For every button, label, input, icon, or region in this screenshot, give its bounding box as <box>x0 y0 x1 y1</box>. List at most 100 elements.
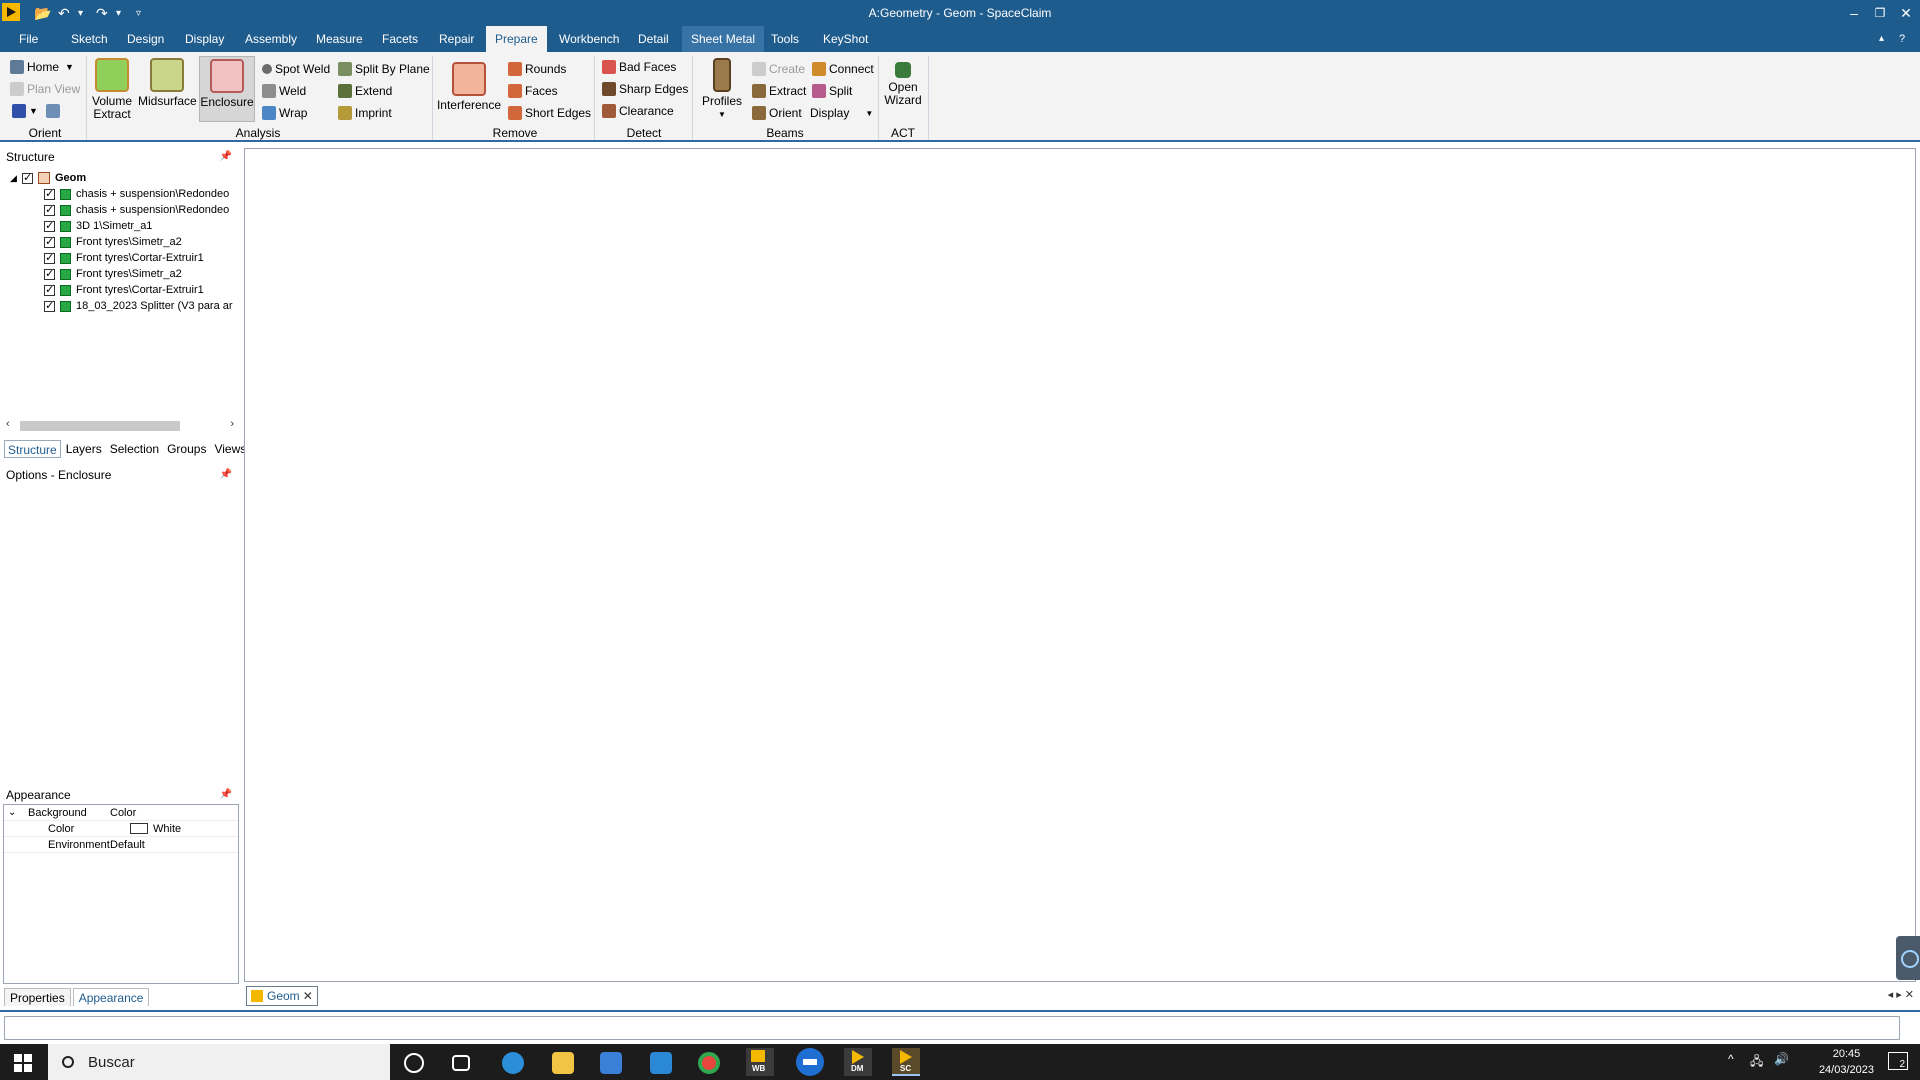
collapse-arrow-icon[interactable]: ◢ <box>10 173 22 184</box>
profiles-button[interactable]: Profiles ▼ <box>698 58 746 121</box>
design-modeler-app-icon[interactable]: DM <box>844 1048 872 1076</box>
property-row-color[interactable]: Color White <box>4 821 238 837</box>
tab-prepare[interactable]: Prepare <box>486 26 547 52</box>
tab-layers[interactable]: Layers <box>63 440 105 458</box>
color-swatch[interactable] <box>130 823 148 834</box>
tab-tools[interactable]: Tools <box>762 26 808 52</box>
microsoft-store-icon[interactable] <box>600 1052 622 1074</box>
edge-browser-icon[interactable] <box>502 1052 524 1074</box>
restore-button[interactable]: ❐ <box>1868 2 1892 24</box>
remote-support-widget-icon[interactable] <box>1896 936 1920 980</box>
close-button[interactable]: ✕ <box>1894 2 1918 24</box>
tab-design[interactable]: Design <box>118 26 173 52</box>
tab-sketch[interactable]: Sketch <box>62 26 117 52</box>
tree-item[interactable]: chasis + suspension\Redondeo <box>0 202 240 218</box>
tree-root-row[interactable]: ◢ Geom <box>0 170 240 186</box>
mail-icon[interactable] <box>650 1052 672 1074</box>
chevron-down-icon[interactable]: ⌄ <box>8 807 22 818</box>
volume-extract-button[interactable]: Volume Extract <box>88 58 136 121</box>
tree-item[interactable]: 18_03_2023 Splitter (V3 para ar <box>0 298 240 314</box>
tab-display[interactable]: Display <box>176 26 233 52</box>
tab-selection[interactable]: Selection <box>107 440 162 458</box>
rounds-button[interactable]: Rounds <box>508 62 566 76</box>
tab-detail[interactable]: Detail <box>629 26 678 52</box>
chrome-browser-icon[interactable] <box>698 1052 720 1074</box>
home-button[interactable]: Home ▼ <box>10 60 74 74</box>
visibility-checkbox[interactable] <box>44 187 55 200</box>
faces-button[interactable]: Faces <box>508 84 558 98</box>
midsurface-button[interactable]: Midsurface <box>138 58 197 108</box>
pin-icon[interactable]: 📌 <box>220 148 232 166</box>
clearance-button[interactable]: Clearance <box>602 104 674 118</box>
visibility-checkbox[interactable] <box>22 171 33 184</box>
visibility-checkbox[interactable] <box>44 219 55 232</box>
orient-beam-button[interactable]: Orient <box>752 106 802 120</box>
scroll-left-icon[interactable]: ‹ <box>6 418 10 430</box>
cortana-icon[interactable] <box>404 1053 424 1073</box>
tree-horizontal-scrollbar[interactable]: ‹ › <box>4 418 236 434</box>
close-document-icon[interactable]: ✕ <box>1905 989 1914 1001</box>
open-wizard-button[interactable]: Open Wizard <box>880 62 926 107</box>
graphics-viewport[interactable] <box>244 148 1916 982</box>
visibility-checkbox[interactable] <box>44 283 55 296</box>
scroll-right-icon[interactable]: › <box>230 418 234 430</box>
tab-measure[interactable]: Measure <box>307 26 372 52</box>
visibility-checkbox[interactable] <box>44 267 55 280</box>
tree-item[interactable]: 3D 1\Simetr_a1 <box>0 218 240 234</box>
spot-weld-button[interactable]: Spot Weld <box>262 62 330 76</box>
task-view-icon[interactable] <box>452 1055 470 1071</box>
tab-properties[interactable]: Properties <box>4 988 71 1006</box>
create-beam-button[interactable]: Create <box>752 62 805 76</box>
property-row-environment[interactable]: Environment Default <box>4 837 238 853</box>
interference-button[interactable]: Interference <box>436 62 502 112</box>
plan-view-button[interactable]: Plan View <box>10 82 80 96</box>
prev-tab-icon[interactable]: ◂ <box>1888 989 1894 1001</box>
close-tab-icon[interactable]: ✕ <box>303 989 313 1003</box>
tab-sheet-metal[interactable]: Sheet Metal <box>682 26 765 52</box>
tree-item[interactable]: Front tyres\Cortar-Extruir1 <box>0 250 240 266</box>
tab-keyshot[interactable]: KeyShot <box>814 26 877 52</box>
taskbar-clock[interactable]: 20:45 24/03/2023 <box>1819 1046 1874 1078</box>
connect-beam-button[interactable]: Connect <box>812 62 874 76</box>
tree-item[interactable]: chasis + suspension\Redondeo <box>0 186 240 202</box>
property-row-background[interactable]: ⌄ Background Color <box>4 805 238 821</box>
split-beam-button[interactable]: Split <box>812 84 852 98</box>
visibility-checkbox[interactable] <box>44 251 55 264</box>
spaceclaim-app-icon[interactable]: SC <box>892 1048 920 1076</box>
network-icon[interactable]: 🖧 <box>1750 1052 1763 1073</box>
notifications-icon[interactable]: 2 <box>1888 1052 1908 1070</box>
tab-repair[interactable]: Repair <box>430 26 483 52</box>
weld-button[interactable]: Weld <box>262 84 306 98</box>
tree-item[interactable]: Front tyres\Simetr_a2 <box>0 266 240 282</box>
teamviewer-icon[interactable] <box>796 1048 824 1076</box>
extend-button[interactable]: Extend <box>338 84 392 98</box>
tab-appearance[interactable]: Appearance <box>72 988 150 1006</box>
pin-icon[interactable]: 📌 <box>220 786 232 804</box>
tab-facets[interactable]: Facets <box>373 26 427 52</box>
minimize-button[interactable]: – <box>1842 2 1866 24</box>
tab-file[interactable]: File <box>10 26 47 52</box>
extract-beam-button[interactable]: Extract <box>752 84 806 98</box>
enclosure-button[interactable]: Enclosure <box>199 56 255 122</box>
imprint-button[interactable]: Imprint <box>338 106 392 120</box>
tree-item[interactable]: Front tyres\Cortar-Extruir1 <box>0 282 240 298</box>
tab-assembly[interactable]: Assembly <box>236 26 306 52</box>
view-cube-button[interactable]: ▼ <box>12 104 63 118</box>
show-hidden-icons-icon[interactable]: ^ <box>1728 1052 1734 1066</box>
tab-structure[interactable]: Structure <box>4 440 61 458</box>
file-explorer-icon[interactable] <box>552 1052 574 1074</box>
tree-item[interactable]: Front tyres\Simetr_a2 <box>0 234 240 250</box>
visibility-checkbox[interactable] <box>44 235 55 248</box>
beam-display-button[interactable]: Display ▼ <box>810 106 873 120</box>
wrap-button[interactable]: Wrap <box>262 106 307 120</box>
visibility-checkbox[interactable] <box>44 299 55 312</box>
next-tab-icon[interactable]: ▸ <box>1896 989 1902 1001</box>
workbench-app-icon[interactable]: WB <box>746 1048 774 1076</box>
bad-faces-button[interactable]: Bad Faces <box>602 60 676 74</box>
pin-icon[interactable]: 📌 <box>220 466 232 484</box>
tab-workbench[interactable]: Workbench <box>550 26 628 52</box>
help-icon[interactable]: ? <box>1890 26 1914 52</box>
sharp-edges-button[interactable]: Sharp Edges <box>602 82 688 96</box>
tab-groups[interactable]: Groups <box>164 440 209 458</box>
volume-icon[interactable]: 🔊 <box>1774 1052 1789 1066</box>
